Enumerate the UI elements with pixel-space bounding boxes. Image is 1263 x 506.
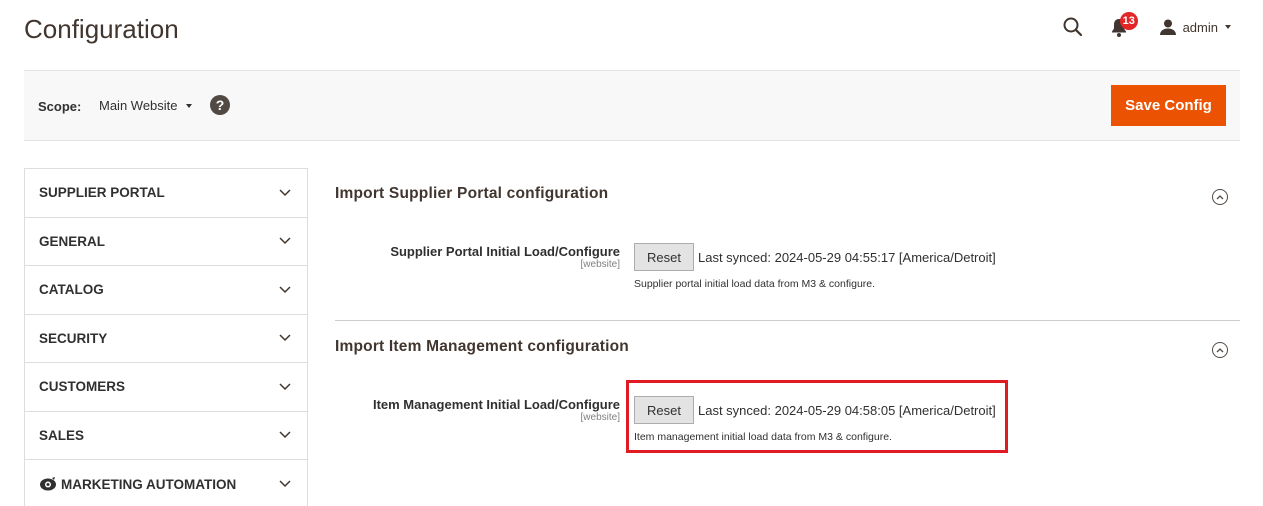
sidebar-item-label: SECURITY	[39, 330, 108, 346]
user-menu[interactable]: admin	[1159, 18, 1231, 36]
sidebar-item-customers[interactable]: CUSTOMERS	[25, 363, 307, 412]
sidebar-item-label-wrap: MARKETING AUTOMATION	[39, 477, 236, 492]
chevron-down-icon	[279, 480, 291, 488]
chevron-down-icon	[279, 334, 291, 342]
chevron-down-icon	[1225, 25, 1231, 29]
sidebar-item-marketing-automation[interactable]: MARKETING AUTOMATION	[25, 460, 307, 506]
scope-value: Main Website	[99, 98, 178, 113]
section-divider	[335, 320, 1240, 321]
sidebar-item-label: GENERAL	[39, 233, 106, 249]
chevron-down-icon	[279, 431, 291, 439]
chevron-up-icon[interactable]	[1212, 189, 1228, 205]
sidebar-item-label: CUSTOMERS	[39, 379, 126, 395]
field-scope: [website]	[580, 412, 620, 423]
field-label: Item Management Initial Load/Configure	[372, 397, 620, 412]
sidebar-item-general[interactable]: GENERAL	[25, 218, 307, 266]
scope-label: Scope:	[38, 99, 82, 114]
chevron-down-icon	[279, 237, 291, 245]
config-sidebar: SUPPLIER PORTAL GENERAL CATALOG SECURITY…	[24, 168, 308, 506]
section-title[interactable]: Import Item Management configuration	[335, 338, 1240, 356]
last-synced-text: Last synced: 2024-05-29 04:55:17 [Americ…	[698, 250, 996, 265]
sidebar-item-label: SUPPLIER PORTAL	[39, 185, 165, 201]
chevron-down-icon	[279, 189, 291, 196]
chevron-down-icon	[279, 286, 291, 293]
section-title[interactable]: Import Supplier Portal configuration	[335, 185, 1240, 203]
chevron-down-icon	[279, 383, 291, 390]
notifications-bell[interactable]: 13	[1111, 12, 1138, 39]
sidebar-item-label: SALES	[39, 427, 85, 443]
sidebar-item-catalog[interactable]: CATALOG	[25, 266, 307, 315]
scope-bar: Scope: Main Website ? Save Config	[24, 70, 1240, 141]
sidebar-item-label: CATALOG	[39, 282, 104, 298]
sidebar-item-security[interactable]: SECURITY	[25, 315, 307, 363]
chevron-up-icon[interactable]	[1212, 342, 1228, 358]
field-note: Supplier portal initial load data from M…	[634, 278, 876, 290]
marketing-automation-icon	[40, 477, 56, 491]
notification-count-badge: 13	[1119, 12, 1138, 30]
field-scope: [website]	[580, 259, 620, 270]
user-name: admin	[1182, 19, 1218, 35]
header-actions: 13 admin	[1061, 12, 1231, 40]
sidebar-item-supplier-portal[interactable]: SUPPLIER PORTAL	[25, 169, 307, 218]
reset-button[interactable]: Reset	[634, 243, 694, 271]
user-icon	[1159, 19, 1176, 35]
save-config-button[interactable]: Save Config	[1111, 85, 1226, 126]
chevron-down-icon	[185, 103, 192, 108]
search-icon[interactable]	[1061, 15, 1085, 39]
scope-switcher[interactable]: Main Website	[99, 98, 192, 113]
sidebar-item-label: MARKETING AUTOMATION	[61, 476, 237, 492]
page-title: Configuration	[24, 14, 179, 44]
sidebar-item-sales[interactable]: SALES	[25, 412, 307, 460]
highlight-annotation-box	[626, 380, 1008, 453]
field-label: Supplier Portal Initial Load/Configure	[390, 244, 620, 259]
help-icon[interactable]: ?	[210, 95, 230, 115]
